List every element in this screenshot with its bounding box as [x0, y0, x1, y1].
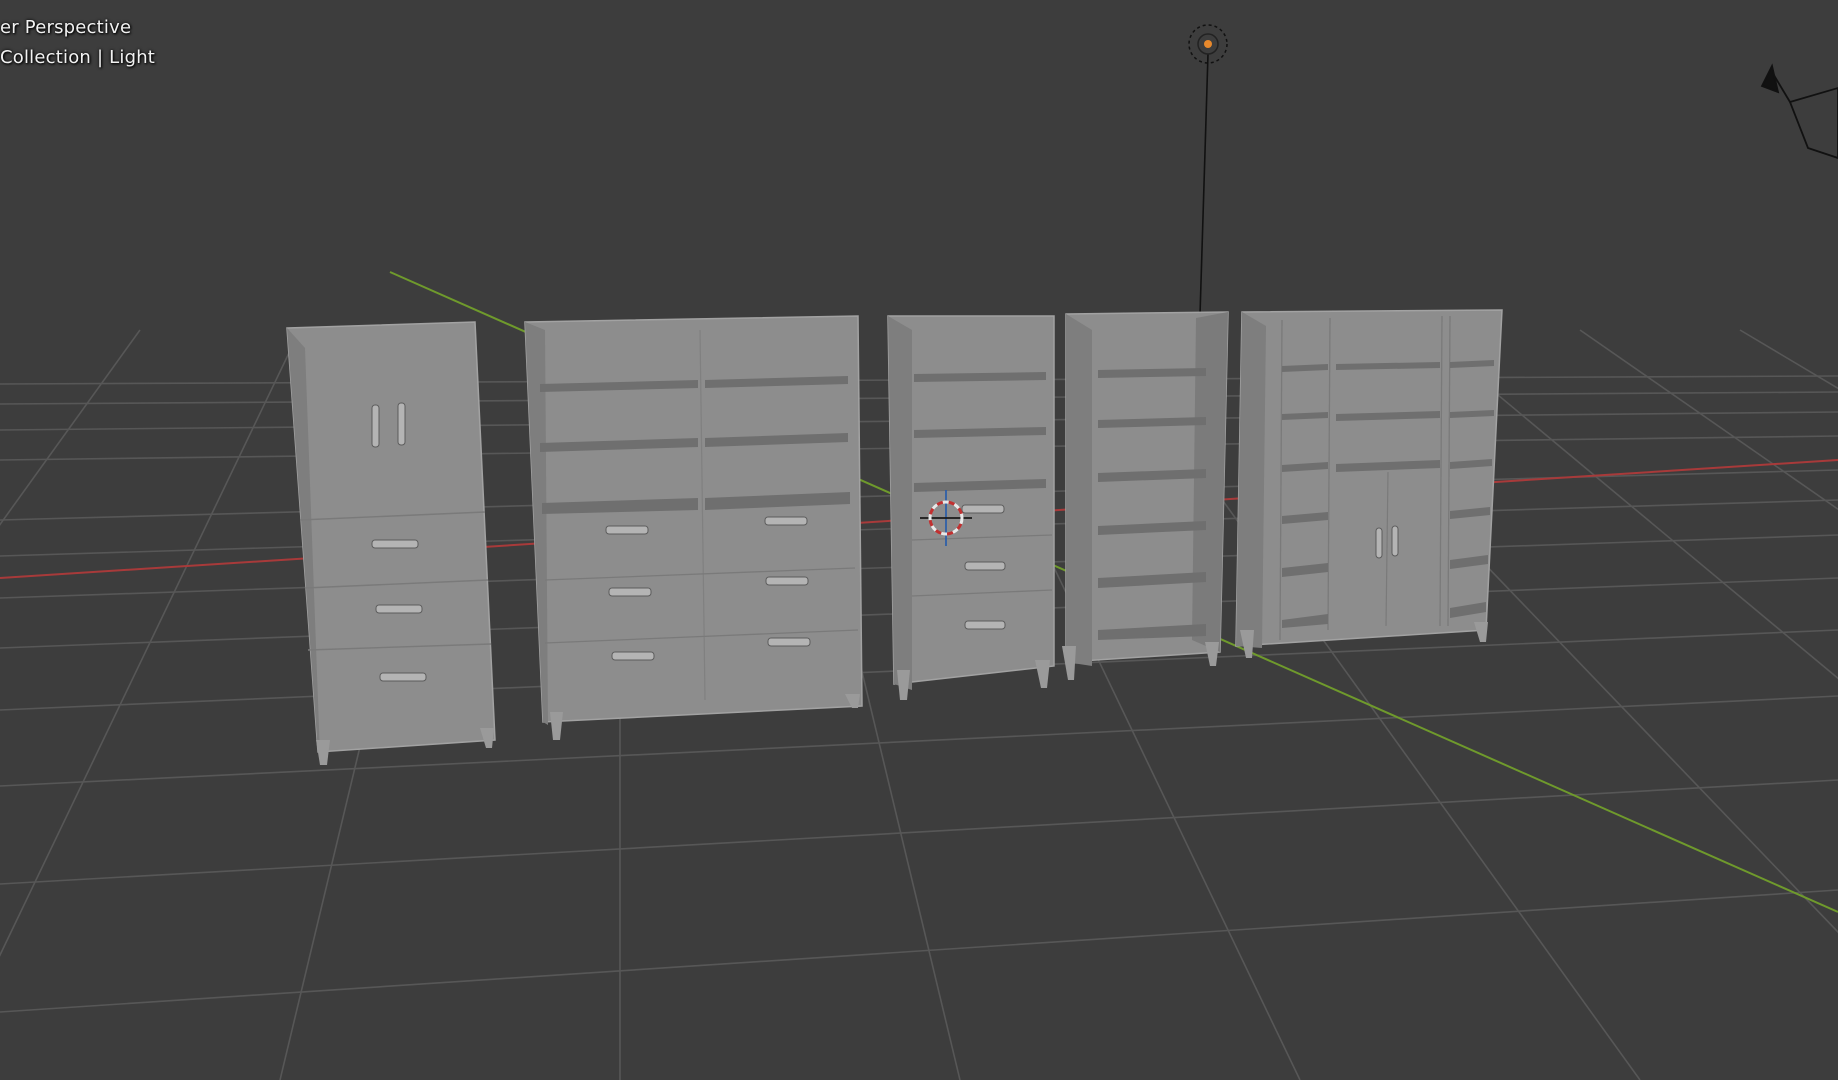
view-perspective-label: er Perspective [0, 17, 132, 38]
cabinet-2[interactable] [524, 315, 863, 740]
cabinet-1[interactable] [286, 321, 496, 765]
cabinet-3[interactable] [887, 315, 1055, 700]
collection-info-label: Collection | Light [0, 47, 156, 68]
cabinet-4[interactable] [1062, 311, 1229, 680]
cabinet-5[interactable] [1235, 309, 1503, 658]
3d-viewport[interactable] [0, 0, 1838, 1080]
